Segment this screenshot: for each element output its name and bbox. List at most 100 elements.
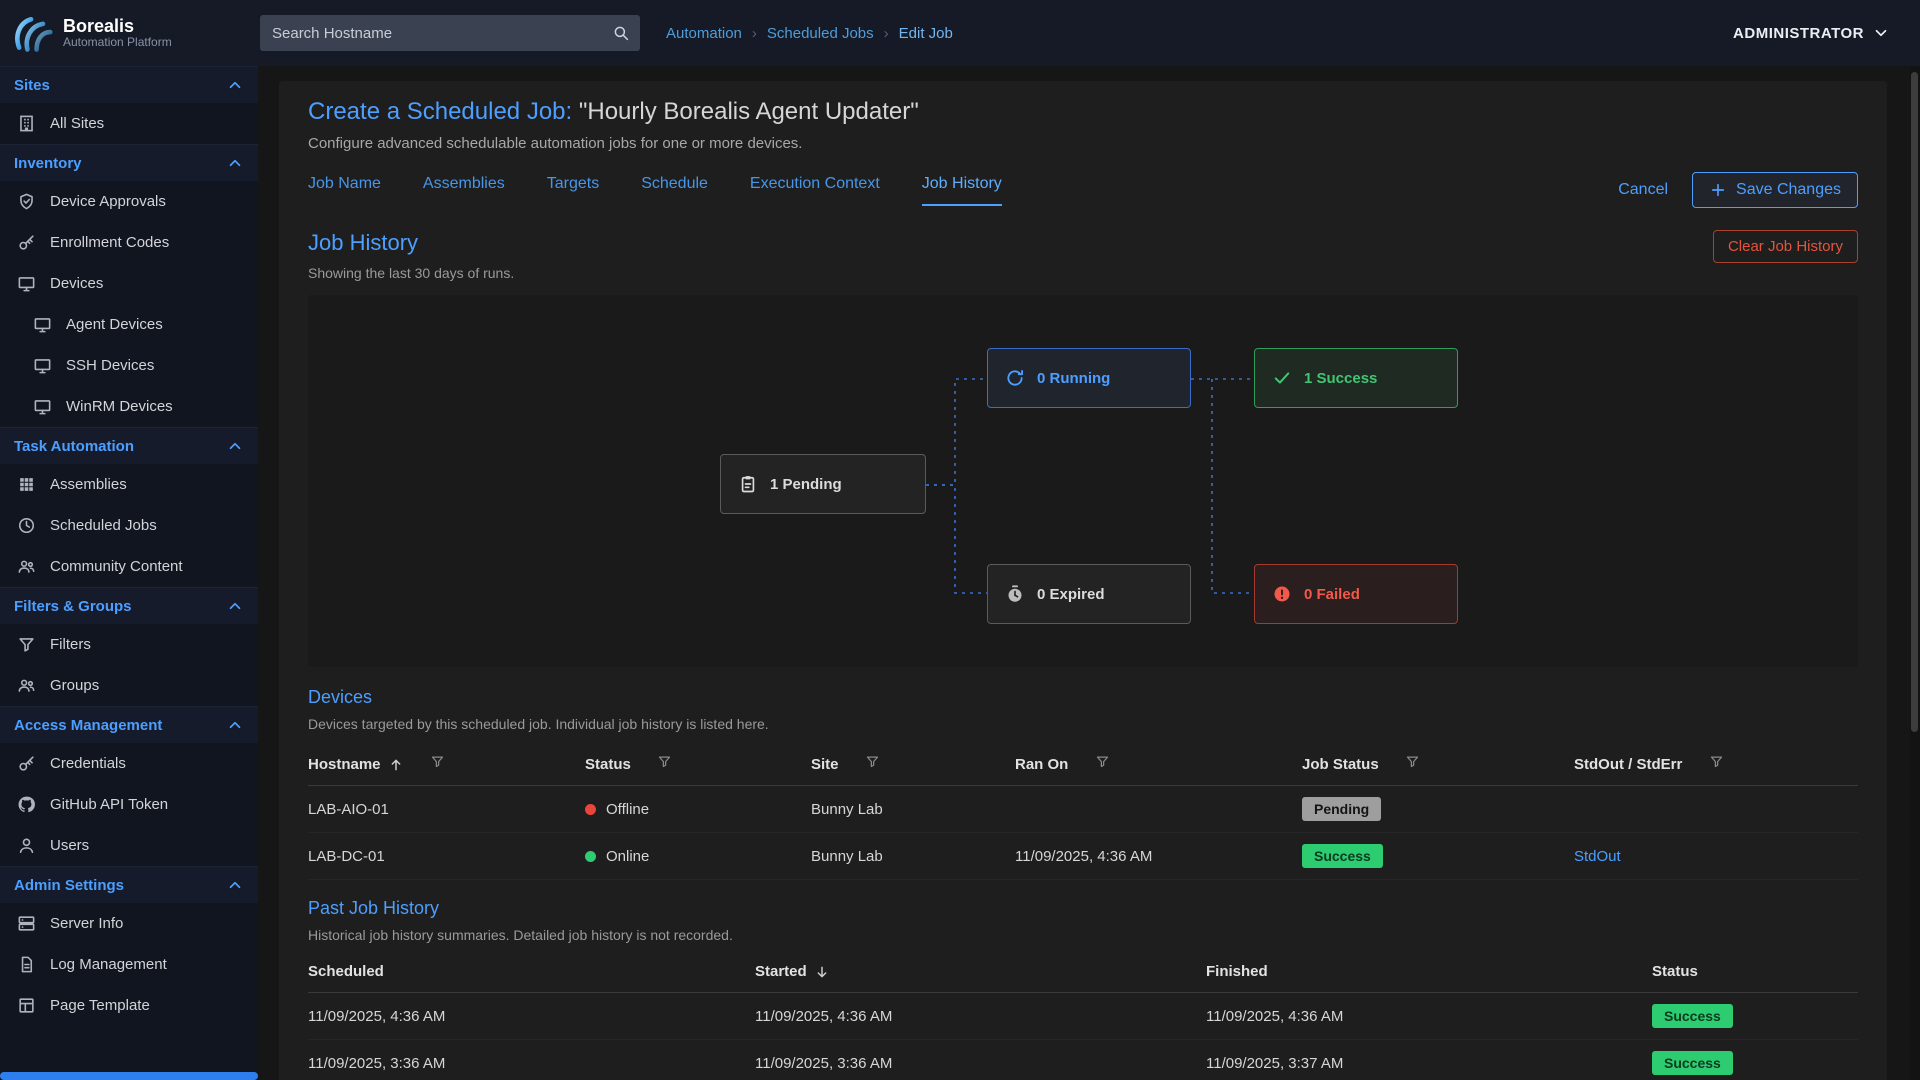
col-site[interactable]: Site (811, 744, 1015, 786)
sidebar-section-inventory[interactable]: Inventory (0, 144, 258, 181)
sidebar-section-access-management[interactable]: Access Management (0, 706, 258, 743)
devices-title: Devices (308, 687, 1858, 708)
started-cell: 11/09/2025, 3:36 AM (755, 1040, 1206, 1080)
breadcrumb-separator: › (884, 25, 889, 42)
tab-targets[interactable]: Targets (547, 175, 599, 206)
col-started[interactable]: Started (755, 953, 1206, 993)
page-title-job-name: "Hourly Borealis Agent Updater" (572, 98, 919, 125)
col-stdout-stderr[interactable]: StdOut / StdErr (1574, 744, 1858, 786)
filter-icon[interactable] (865, 754, 880, 769)
sidebar-scrollbar[interactable] (0, 1072, 258, 1080)
col-hostname[interactable]: Hostname (308, 744, 585, 786)
tab-schedule[interactable]: Schedule (641, 175, 708, 206)
main-content: Create a Scheduled Job: "Hourly Borealis… (258, 66, 1920, 1080)
node-pending: 1 Pending (720, 454, 926, 514)
sidebar-section-filters-groups[interactable]: Filters & Groups (0, 587, 258, 624)
breadcrumb-separator: › (752, 25, 757, 42)
sidebar-item-credentials[interactable]: Credentials (0, 743, 258, 784)
tab-assemblies[interactable]: Assemblies (423, 175, 505, 206)
tab-bar: Job Name Assemblies Targets Schedule Exe… (308, 175, 1002, 206)
tab-job-name[interactable]: Job Name (308, 175, 381, 206)
col-label: Hostname (308, 756, 381, 773)
timer-icon (1005, 584, 1025, 604)
status-label: Offline (606, 801, 649, 818)
past-job-history-table: Scheduled Started Finished Status (308, 953, 1858, 1080)
monitor-icon (33, 315, 52, 334)
sidebar-item-assemblies[interactable]: Assemblies (0, 464, 258, 505)
sidebar-item-all-sites[interactable]: All Sites (0, 103, 258, 144)
col-finished[interactable]: Finished (1206, 953, 1652, 993)
scheduled-cell: 11/09/2025, 4:36 AM (308, 993, 755, 1040)
sidebar-item-devices[interactable]: Devices (0, 263, 258, 304)
breadcrumb-scheduled-jobs[interactable]: Scheduled Jobs (767, 25, 874, 42)
people-icon (17, 557, 36, 576)
sidebar: Sites All Sites Inventory Device Approva… (0, 66, 258, 1080)
filter-icon[interactable] (430, 754, 445, 769)
past-job-history-title: Past Job History (308, 898, 1858, 919)
tab-execution-context[interactable]: Execution Context (750, 175, 880, 206)
breadcrumb-edit-job[interactable]: Edit Job (899, 25, 953, 42)
save-changes-button[interactable]: Save Changes (1692, 172, 1858, 208)
sidebar-item-enrollment-codes[interactable]: Enrollment Codes (0, 222, 258, 263)
finished-cell: 11/09/2025, 3:37 AM (1206, 1040, 1652, 1080)
filter-icon[interactable] (1405, 754, 1420, 769)
sidebar-item-ssh-devices[interactable]: SSH Devices (0, 345, 258, 386)
clear-job-history-button[interactable]: Clear Job History (1713, 230, 1858, 263)
filter-icon[interactable] (657, 754, 672, 769)
brand-subtitle: Automation Platform (63, 36, 172, 50)
stdout-link[interactable]: StdOut (1574, 848, 1621, 865)
col-status[interactable]: Status (585, 744, 811, 786)
col-ran-on[interactable]: Ran On (1015, 744, 1302, 786)
sidebar-item-filters[interactable]: Filters (0, 624, 258, 665)
layout-icon (17, 996, 36, 1015)
chevron-up-icon (226, 597, 244, 615)
col-label: Site (811, 756, 839, 773)
node-expired-label: 0 Expired (1037, 586, 1105, 603)
hostname-search[interactable] (260, 15, 640, 51)
sidebar-item-device-approvals[interactable]: Device Approvals (0, 181, 258, 222)
col-job-status[interactable]: Job Status (1302, 744, 1574, 786)
col-scheduled[interactable]: Scheduled (308, 953, 755, 993)
sort-desc-icon[interactable] (814, 964, 830, 980)
monitor-icon (17, 274, 36, 293)
monitor-icon (33, 356, 52, 375)
section-label: Sites (14, 77, 50, 94)
sidebar-section-admin-settings[interactable]: Admin Settings (0, 866, 258, 903)
page-scrollbar-thumb[interactable] (1911, 72, 1918, 732)
brand: Borealis Automation Platform (0, 11, 258, 55)
sidebar-item-groups[interactable]: Groups (0, 665, 258, 706)
sidebar-item-winrm-devices[interactable]: WinRM Devices (0, 386, 258, 427)
stdout-cell: StdOut (1574, 833, 1858, 880)
search-input[interactable] (270, 24, 612, 43)
sidebar-item-community-content[interactable]: Community Content (0, 546, 258, 587)
col-past-status[interactable]: Status (1652, 953, 1858, 993)
sidebar-item-github-api-token[interactable]: GitHub API Token (0, 784, 258, 825)
sidebar-item-label: WinRM Devices (66, 398, 173, 415)
filter-icon[interactable] (1709, 754, 1724, 769)
sidebar-section-sites[interactable]: Sites (0, 66, 258, 103)
user-menu[interactable]: ADMINISTRATOR (1733, 24, 1890, 42)
page-scrollbar-track[interactable] (1910, 66, 1920, 1080)
sidebar-item-server-info[interactable]: Server Info (0, 903, 258, 944)
building-icon (17, 114, 36, 133)
sidebar-item-log-management[interactable]: Log Management (0, 944, 258, 985)
sidebar-item-scheduled-jobs[interactable]: Scheduled Jobs (0, 505, 258, 546)
server-icon (17, 914, 36, 933)
tab-job-history[interactable]: Job History (922, 175, 1002, 206)
sidebar-item-label: Filters (50, 636, 91, 653)
sidebar-section-task-automation[interactable]: Task Automation (0, 427, 258, 464)
sidebar-item-page-template[interactable]: Page Template (0, 985, 258, 1026)
breadcrumb-automation[interactable]: Automation (666, 25, 742, 42)
node-running-label: 0 Running (1037, 370, 1110, 387)
chevron-up-icon (226, 154, 244, 172)
sort-asc-icon[interactable] (388, 757, 404, 773)
tab-actions: Cancel Save Changes (1618, 172, 1858, 208)
filter-icon[interactable] (1095, 754, 1110, 769)
sidebar-item-label: Server Info (50, 915, 123, 932)
sidebar-item-users[interactable]: Users (0, 825, 258, 866)
search-icon[interactable] (612, 24, 630, 42)
col-label: Status (1652, 963, 1698, 980)
sidebar-item-agent-devices[interactable]: Agent Devices (0, 304, 258, 345)
status-cell: Success (1652, 993, 1858, 1040)
cancel-button[interactable]: Cancel (1618, 181, 1668, 199)
